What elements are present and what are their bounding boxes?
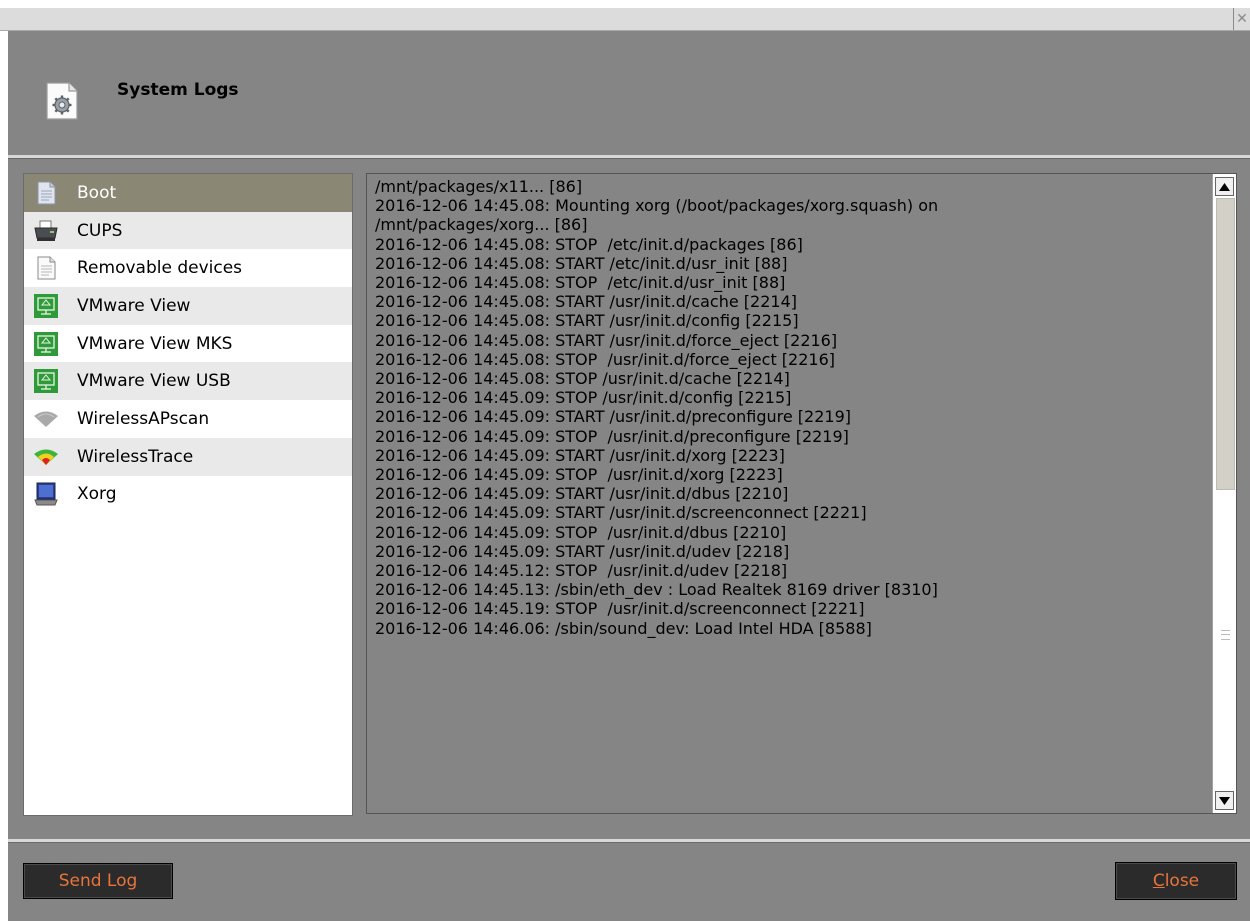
list-item-label: WirelessAPscan [77,408,210,429]
title-bar: ✕ [0,8,1250,31]
list-item-label: Xorg [77,484,117,505]
log-line: 2016-12-06 14:45.08: START /usr/init.d/f… [375,330,838,350]
log-line: 2016-12-06 14:45.08: STOP /usr/init.d/fo… [375,349,835,369]
list-item-vmware-view-usb[interactable]: VMware View USB [24,362,352,401]
log-line: 2016-12-06 14:45.08: STOP /usr/init.d/ca… [375,369,790,389]
log-line: 2016-12-06 14:45.09: START /usr/init.d/x… [375,445,785,465]
wireless-gray-icon [34,411,58,427]
log-line: 2016-12-06 14:45.09: STOP /usr/init.d/pr… [375,426,849,446]
arrow-down-icon [1219,796,1230,805]
log-line: 2016-12-06 14:45.09: START /usr/init.d/d… [375,484,789,504]
close-button-mnemonic: C [1152,871,1165,891]
log-viewer[interactable]: /mnt/packages/x11... [86] 2016-12-06 14:4… [366,173,1237,814]
list-item-label: WirelessTrace [77,446,194,467]
list-item-label: Boot [77,182,117,203]
list-item-label: VMware View [77,295,191,316]
vmware-icon [34,293,58,318]
page-title: System Logs [117,80,239,100]
close-window-icon[interactable]: ✕ [1233,8,1250,30]
log-line: 2016-12-06 14:45.09: START /usr/init.d/p… [375,407,852,427]
monitor-icon [34,482,58,506]
footer-divider [8,839,1250,843]
wireless-color-icon [34,449,58,465]
header-divider [8,155,1250,159]
list-item-label: Removable devices [77,258,243,279]
list-item-label: VMware View USB [77,371,231,392]
document-icon [37,181,56,205]
scroll-up-button[interactable] [1215,177,1234,196]
vmware-icon [34,331,58,356]
log-line: 2016-12-06 14:45.08: STOP /etc/init.d/pa… [375,234,803,254]
log-text: /mnt/packages/x11... [86] 2016-12-06 14:4… [375,177,1205,809]
system-logs-window: System Logs Boot CUPS Removable devices … [8,31,1250,921]
log-line: 2016-12-06 14:45.09: START /usr/init.d/s… [375,503,867,523]
close-button-label: lose [1164,871,1200,891]
send-log-button[interactable]: Send Log [23,863,173,899]
list-item-xorg[interactable]: Xorg [24,476,352,514]
log-line: 2016-12-06 14:45.09: STOP /usr/init.d/co… [375,388,792,408]
list-item-wirelesstrace[interactable]: WirelessTrace [24,437,352,476]
log-line: 2016-12-06 14:46.06: /sbin/sound_dev: Lo… [375,618,872,638]
scroll-down-button[interactable] [1215,791,1234,810]
log-line: 2016-12-06 14:45.08: Mounting xorg (/boo… [375,196,939,216]
log-line: 2016-12-06 14:45.13: /sbin/eth_dev : Loa… [375,580,938,600]
log-category-list[interactable]: Boot CUPS Removable devices VMware View … [23,173,353,816]
list-item-vmware-view-mks[interactable]: VMware View MKS [24,325,352,363]
vmware-icon [34,369,58,394]
log-line: 2016-12-06 14:45.09: START /usr/init.d/u… [375,541,790,561]
close-button[interactable]: Close [1115,862,1237,900]
arrow-up-icon [1219,182,1230,191]
log-line: 2016-12-06 14:45.08: STOP /etc/init.d/us… [375,273,786,293]
settings-document-icon [46,82,78,120]
log-line: 2016-12-06 14:45.08: START /usr/init.d/c… [375,292,797,312]
dialog-header: System Logs [8,31,1250,155]
log-line: 2016-12-06 14:45.12: STOP /usr/init.d/ud… [375,561,788,581]
list-item-vmware-view[interactable]: VMware View [24,287,352,325]
log-line: 2016-12-06 14:45.19: STOP /usr/init.d/sc… [375,599,865,619]
vertical-scrollbar[interactable] [1212,174,1236,813]
log-line: 2016-12-06 14:45.09: STOP /usr/init.d/db… [375,522,787,542]
printer-icon [34,220,58,241]
list-item-label: CUPS [77,220,123,241]
log-line: /mnt/packages/x11... [86] [375,177,583,196]
log-line: 2016-12-06 14:45.08: START /etc/init.d/u… [375,253,788,273]
list-item-cups[interactable]: CUPS [24,211,352,250]
scrollbar-thumb[interactable] [1216,198,1235,490]
list-item-removable-devices[interactable]: Removable devices [24,249,352,287]
list-item-wirelessapscan[interactable]: WirelessAPscan [24,400,352,438]
log-line: 2016-12-06 14:45.08: START /usr/init.d/c… [375,311,799,331]
log-line: 2016-12-06 14:45.09: STOP /usr/init.d/xo… [375,465,783,485]
list-item-boot[interactable]: Boot [24,174,352,212]
list-item-label: VMware View MKS [77,333,233,354]
document-icon [37,256,56,280]
log-line: /mnt/packages/xorg... [86] [375,215,588,235]
scrollbar-grip-icon [1221,630,1230,640]
